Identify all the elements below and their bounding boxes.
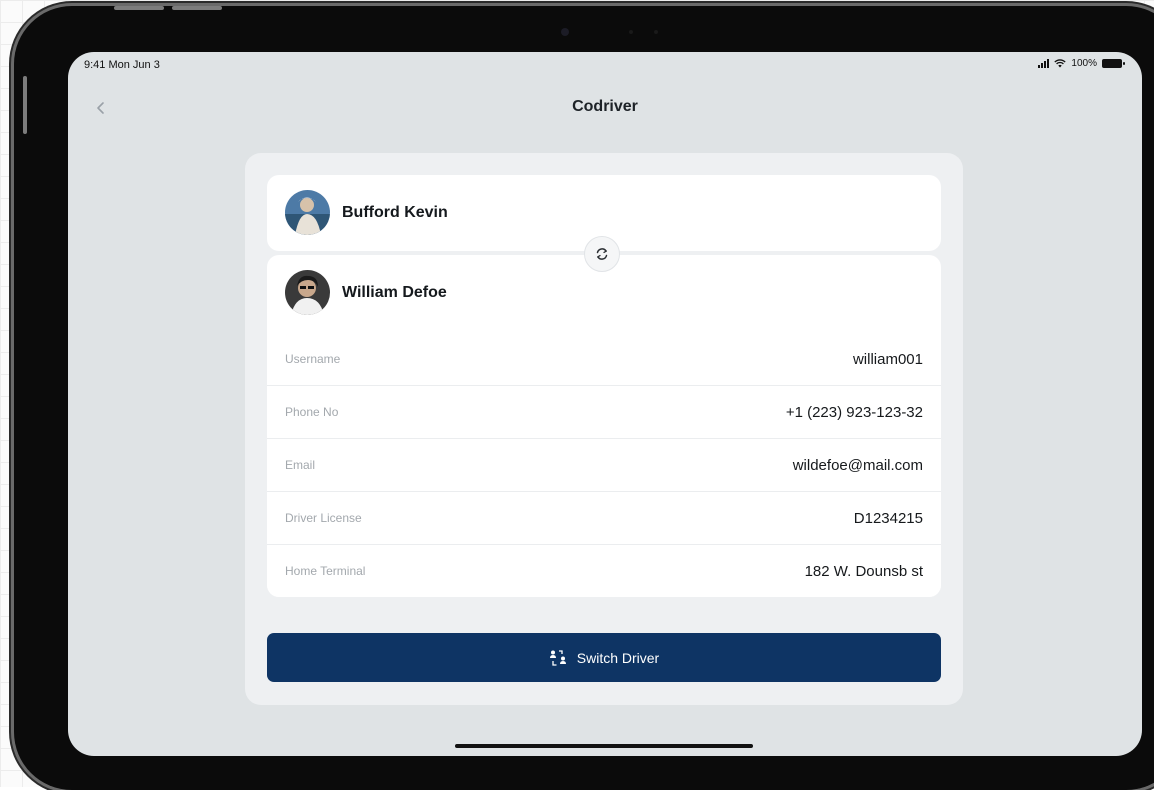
refresh-icon: [596, 248, 608, 260]
detail-row-home-terminal: Home Terminal 182 W. Dounsb st: [267, 544, 941, 597]
page-title: Codriver: [572, 98, 638, 115]
driver-details-list: Username william001 Phone No +1 (223) 92…: [267, 333, 941, 597]
switch-driver-button[interactable]: Switch Driver: [267, 633, 941, 682]
detail-label: Driver License: [285, 511, 362, 525]
battery-icon: [1102, 59, 1125, 68]
swap-drivers-button[interactable]: [584, 236, 620, 272]
detail-row-email: Email wildefoe@mail.com: [267, 438, 941, 491]
codriver-panel: Bufford Kevin William Defoe Username wil…: [245, 153, 963, 705]
detail-value: wildefoe@mail.com: [792, 456, 923, 474]
detail-label: Phone No: [285, 405, 339, 419]
avatar: [285, 270, 330, 315]
swap-users-icon: [549, 649, 567, 667]
detail-label: Username: [285, 352, 341, 366]
status-indicators: 100%: [1038, 58, 1125, 69]
status-time: 9:41 Mon Jun 3: [84, 59, 160, 71]
screen: 9:41 Mon Jun 3 100% Codriver Bufford Kev…: [68, 52, 1142, 756]
switch-driver-label: Switch Driver: [576, 649, 660, 666]
wifi-icon: [1054, 59, 1067, 68]
battery-percent: 100%: [1071, 58, 1097, 69]
sensor-icon: [654, 30, 658, 34]
detail-label: Home Terminal: [285, 564, 366, 578]
codriver-card: William Defoe Username william001 Phone …: [267, 255, 941, 597]
sensor-icon: [629, 30, 633, 34]
avatar: [285, 190, 330, 235]
driver-name: Bufford Kevin: [342, 203, 448, 221]
detail-value: +1 (223) 923-123-32: [785, 403, 923, 421]
detail-row-phone: Phone No +1 (223) 923-123-32: [267, 385, 941, 438]
side-button: [23, 76, 27, 134]
signal-icon: [1038, 59, 1050, 68]
detail-value: 182 W. Dounsb st: [804, 562, 923, 580]
camera-icon: [561, 28, 569, 36]
detail-value: william001: [852, 350, 923, 368]
detail-row-license: Driver License D1234215: [267, 491, 941, 544]
detail-row-username: Username william001: [267, 333, 941, 385]
detail-value: D1234215: [853, 509, 923, 527]
driver-name: William Defoe: [342, 283, 447, 301]
tablet-device: 9:41 Mon Jun 3 100% Codriver Bufford Kev…: [14, 6, 1154, 790]
top-button: [172, 6, 222, 10]
home-indicator[interactable]: [455, 744, 753, 748]
detail-label: Email: [285, 458, 316, 472]
top-button: [114, 6, 164, 10]
